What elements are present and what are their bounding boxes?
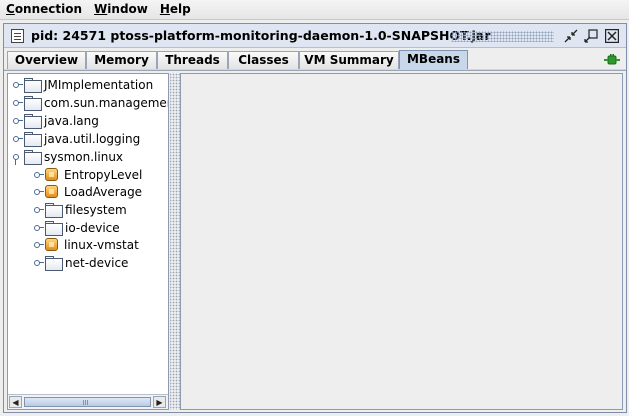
expand-handle-icon[interactable] (33, 166, 45, 183)
menu-help[interactable]: Help (154, 0, 197, 20)
mbean-tree[interactable]: JMImplementation com.sun.management java… (7, 73, 169, 410)
tab-strip: Overview Memory Threads Classes VM Summa… (4, 50, 626, 71)
folder-icon (45, 221, 63, 236)
frame-title: pid: 24571 ptoss-platform-monitoring-dae… (31, 28, 491, 43)
tree-node-label: net-device (65, 255, 129, 270)
tree-node-filesystem[interactable]: filesystem (33, 201, 127, 218)
folder-icon (24, 132, 42, 147)
tree-node-label: com.sun.management (44, 95, 169, 110)
tree-node-label: filesystem (65, 202, 127, 217)
collapse-handle-icon[interactable] (12, 148, 24, 165)
mbean-icon (45, 238, 58, 251)
menu-connection-rest: onnection (14, 1, 83, 16)
document-icon (11, 29, 24, 43)
tree-node-label: linux-vmstat (64, 237, 139, 252)
expand-handle-icon[interactable] (12, 130, 24, 147)
menu-help-rest: elp (169, 1, 191, 16)
tree-node-jmimplementation[interactable]: JMImplementation (12, 76, 153, 93)
scroll-thumb[interactable] (24, 397, 151, 407)
expand-handle-icon[interactable] (33, 183, 45, 200)
tree-node-label: sysmon.linux (44, 149, 124, 164)
tree-node-net-device[interactable]: net-device (33, 254, 128, 271)
expand-handle-icon[interactable] (33, 219, 45, 236)
tree-node-loadaverage[interactable]: LoadAverage (33, 183, 142, 200)
connection-status-icon (604, 53, 620, 67)
tree-node-java-lang[interactable]: java.lang (12, 112, 99, 129)
close-icon[interactable] (605, 29, 619, 43)
tree-node-label: LoadAverage (64, 184, 143, 199)
mbean-detail-panel (180, 73, 623, 410)
tab-threads[interactable]: Threads (157, 51, 228, 70)
mbeans-content: JMImplementation com.sun.management java… (7, 73, 623, 410)
folder-icon (24, 114, 42, 129)
tree-node-label: JMImplementation (44, 77, 154, 92)
expand-handle-icon[interactable] (33, 201, 45, 218)
folder-icon (24, 78, 42, 93)
tab-classes[interactable]: Classes (228, 51, 299, 70)
menu-window-mnemonic: W (94, 1, 108, 16)
menu-window[interactable]: Window (88, 0, 154, 20)
tree-node-linux-vmstat[interactable]: linux-vmstat (33, 236, 139, 253)
tree-node-io-device[interactable]: io-device (33, 219, 120, 236)
scroll-left-arrow-icon[interactable]: ◀ (9, 396, 22, 408)
tree-node-label: EntropyLevel (64, 167, 143, 182)
tab-mbeans[interactable]: MBeans (399, 50, 468, 71)
frame-title-bar[interactable]: pid: 24571 ptoss-platform-monitoring-dae… (4, 24, 626, 48)
menu-bar: Connection Window Help (0, 0, 629, 20)
tree-node-com-sun-management[interactable]: com.sun.management (12, 94, 169, 111)
menu-window-rest: indow (107, 1, 148, 16)
mbean-icon (45, 168, 58, 181)
folder-icon (45, 203, 63, 218)
split-pane-divider[interactable] (170, 73, 180, 410)
tree-node-label: io-device (65, 220, 120, 235)
expand-handle-icon[interactable] (33, 254, 45, 271)
expand-handle-icon[interactable] (33, 236, 45, 253)
menu-connection-mnemonic: C (6, 1, 15, 16)
title-grip (451, 31, 554, 42)
tab-content-border (4, 69, 626, 71)
connection-internal-frame: pid: 24571 ptoss-platform-monitoring-dae… (3, 23, 627, 413)
tree-node-java-util-logging[interactable]: java.util.logging (12, 130, 140, 147)
folder-open-icon (24, 150, 42, 165)
tree-horizontal-scrollbar[interactable]: ◀ ▶ (8, 394, 168, 409)
folder-icon (24, 96, 42, 111)
menu-connection[interactable]: Connection (0, 0, 88, 20)
tree-node-entropylevel[interactable]: EntropyLevel (33, 166, 142, 183)
expand-handle-icon[interactable] (12, 94, 24, 111)
tree-node-sysmon-linux[interactable]: sysmon.linux (12, 148, 123, 165)
tab-memory[interactable]: Memory (86, 51, 157, 70)
tab-vm-summary[interactable]: VM Summary (299, 51, 399, 70)
maximize-icon[interactable] (584, 29, 598, 43)
tab-overview[interactable]: Overview (7, 51, 86, 70)
scroll-right-arrow-icon[interactable]: ▶ (153, 396, 166, 408)
tree-node-label: java.lang (44, 113, 99, 128)
mbean-icon (45, 185, 58, 198)
restore-icon[interactable] (564, 29, 578, 43)
folder-icon (45, 256, 63, 271)
tree-node-label: java.util.logging (44, 131, 141, 146)
expand-handle-icon[interactable] (12, 76, 24, 93)
expand-handle-icon[interactable] (12, 112, 24, 129)
menu-help-mnemonic: H (159, 1, 170, 16)
